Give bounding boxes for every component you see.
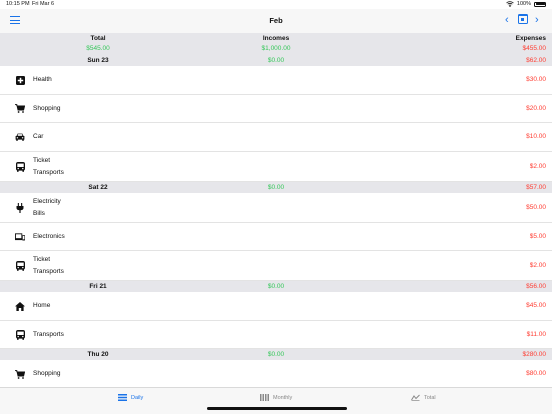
day-expense: $62.00	[526, 57, 546, 64]
incomes-value: $1,000.00	[261, 45, 291, 52]
tab-daily-label: Daily	[131, 394, 144, 401]
list-item[interactable]: Home $45.00	[0, 292, 552, 321]
day-header: Thu 20 $0.00 $280.00	[0, 349, 552, 360]
list-item[interactable]: Car $10.00	[0, 123, 552, 152]
daily-list-icon	[118, 394, 127, 401]
total-chart-icon	[411, 394, 420, 401]
status-bar: 10:15 PM Fri Mar 6 100%	[0, 0, 552, 9]
chevron-left-icon[interactable]: ‹	[505, 14, 509, 26]
item-name: Health	[33, 76, 52, 84]
tab-total[interactable]: Total	[411, 394, 436, 401]
item-name: Electronics	[33, 232, 65, 240]
status-right: 100%	[506, 1, 546, 7]
day-expense: $56.00	[526, 283, 546, 290]
bus-icon	[15, 161, 25, 172]
devices-icon	[15, 232, 25, 242]
home-icon	[15, 301, 25, 311]
item-name: Ticket	[33, 156, 51, 164]
plug-icon	[15, 202, 25, 213]
tab-monthly[interactable]: Monthly	[260, 394, 292, 401]
day-expense: $280.00	[522, 351, 547, 358]
item-name: Car	[33, 133, 44, 141]
page-title: Feb	[269, 16, 283, 25]
list-item[interactable]: Shopping $80.00	[0, 360, 552, 387]
health-icon	[15, 75, 25, 85]
calendar-icon[interactable]	[518, 14, 528, 24]
list-item[interactable]: Electronics $5.00	[0, 222, 552, 251]
item-name: Shopping	[33, 370, 61, 378]
chevron-right-icon[interactable]: ›	[535, 14, 539, 26]
item-category: Transports	[33, 268, 64, 275]
item-amount: $10.00	[526, 133, 546, 141]
tab-monthly-label: Monthly	[273, 394, 293, 401]
item-amount: $45.00	[526, 302, 546, 310]
transactions-list[interactable]: Sun 23 $0.00 $62.00 Health $30.00 Shopping $20…	[0, 55, 552, 387]
status-time: 10:15 PM	[6, 1, 30, 7]
item-name: Transports	[33, 330, 64, 338]
total-label: Total	[90, 35, 106, 42]
cart-icon	[15, 369, 25, 379]
day-header: Fri 21 $0.00 $56.00	[0, 281, 552, 292]
list-item[interactable]: Ticket Transports $2.00	[0, 251, 552, 281]
day-date: Thu 20	[87, 351, 109, 358]
total-value: $545.00	[86, 45, 110, 52]
day-date: Fri 21	[89, 283, 107, 290]
tab-total-label: Total	[424, 394, 436, 401]
monthly-bars-icon	[260, 394, 269, 401]
item-amount: $2.00	[529, 162, 546, 170]
day-header: Sun 23 $0.00 $62.00	[0, 55, 552, 66]
item-name: Shopping	[33, 104, 61, 112]
tab-daily[interactable]: Daily	[118, 394, 143, 401]
item-amount: $50.00	[526, 203, 546, 211]
home-indicator	[207, 407, 347, 410]
item-name: Ticket	[33, 256, 51, 263]
summary-header: Total $545.00 Incomes $1,000.00 Expenses…	[0, 33, 552, 55]
item-category: Transports	[33, 168, 64, 176]
day-income: $0.00	[267, 351, 285, 358]
bus-icon	[15, 261, 25, 271]
item-amount: $30.00	[526, 76, 546, 84]
item-amount: $5.00	[529, 232, 546, 240]
day-date: Sat 22	[88, 183, 108, 191]
day-income: $0.00	[267, 283, 285, 290]
status-date: Fri Mar 6	[32, 1, 54, 7]
item-amount: $20.00	[526, 104, 546, 112]
item-name: Home	[33, 302, 51, 310]
list-item[interactable]: Health $30.00	[0, 66, 552, 95]
car-icon	[15, 132, 25, 142]
list-item[interactable]: Electricity Bills $50.00	[0, 192, 552, 223]
list-item[interactable]: Transports $11.00	[0, 320, 552, 349]
day-expense: $57.00	[526, 183, 546, 191]
day-header: Sat 22 $0.00 $57.00	[0, 181, 552, 193]
item-amount: $11.00	[526, 330, 546, 338]
bus-icon	[15, 329, 25, 340]
expenses-value: $455.00	[522, 45, 547, 52]
list-item[interactable]: Shopping $20.00	[0, 94, 552, 123]
cart-icon	[15, 104, 25, 114]
list-item[interactable]: Ticket Transports $2.00	[0, 151, 552, 182]
item-name: Electricity	[33, 197, 61, 205]
battery-icon	[534, 1, 546, 7]
expenses-label: Expenses	[515, 35, 546, 42]
day-income: $0.00	[267, 183, 285, 191]
item-amount: $80.00	[526, 370, 546, 378]
day-date: Sun 23	[87, 57, 109, 64]
item-amount: $2.00	[529, 262, 546, 269]
item-category: Bills	[33, 209, 45, 217]
incomes-label: Incomes	[262, 35, 290, 42]
day-income: $0.00	[267, 57, 285, 64]
battery-percent: 100%	[516, 1, 531, 7]
navigation-bar: Feb ‹ ›	[0, 9, 552, 33]
wifi-icon	[506, 1, 514, 7]
